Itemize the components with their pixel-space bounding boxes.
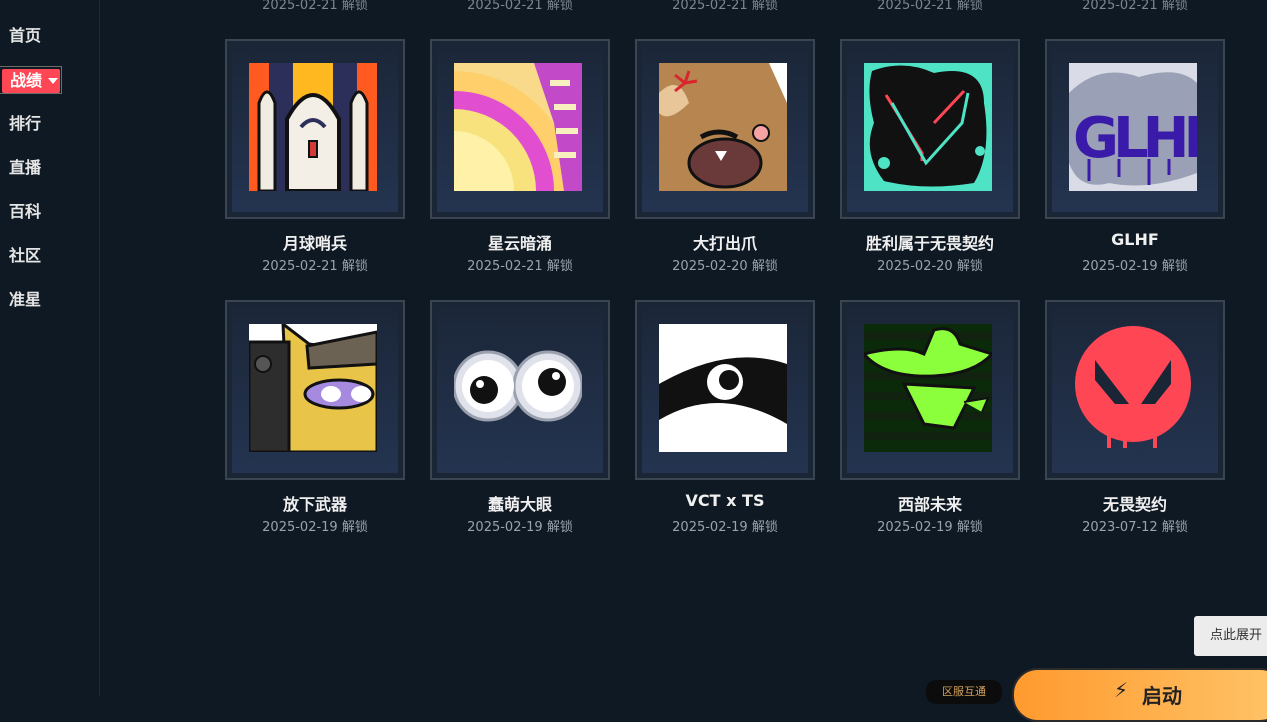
spray-date: 2025-02-21 解锁 bbox=[467, 259, 573, 274]
spray-name: 西部未来 bbox=[897, 495, 962, 514]
nav-home[interactable]: 首页 bbox=[9, 25, 41, 47]
spray-date: 2025-02-19 解锁 bbox=[467, 520, 573, 535]
launch-label: 启动 bbox=[1142, 684, 1182, 708]
spray-date: 2025-02-20 解锁 bbox=[672, 259, 778, 274]
nav-record-label: 战绩 bbox=[10, 71, 43, 90]
prev-row-date: 2025-02-21 解锁 bbox=[467, 0, 573, 13]
spray-date: 2025-02-19 解锁 bbox=[877, 520, 983, 535]
spray-date: 2023-07-12 解锁 bbox=[1082, 520, 1188, 535]
server-badge: 区服互通 bbox=[926, 680, 1002, 704]
spray-name: 放下武器 bbox=[282, 495, 347, 514]
glhf-graffiti-icon: GLHF bbox=[1069, 63, 1197, 191]
spray-name: 大打出爪 bbox=[692, 234, 757, 253]
launch-button[interactable]: ⚡ 启动 bbox=[1012, 668, 1267, 722]
spray-date: 2025-02-19 解锁 bbox=[672, 520, 778, 535]
nav-wiki[interactable]: 百科 bbox=[9, 201, 41, 223]
cowboy-hat-icon bbox=[864, 324, 992, 452]
svg-text:GLHF: GLHF bbox=[1073, 106, 1197, 171]
spray-date: 2025-02-19 解锁 bbox=[262, 520, 368, 535]
googly-eyes-icon bbox=[454, 324, 582, 452]
prev-row-date: 2025-02-21 解锁 bbox=[262, 0, 368, 13]
nebula-icon bbox=[454, 63, 582, 191]
spray-name: VCT x TS bbox=[685, 491, 765, 510]
spray-date: 2025-02-19 解锁 bbox=[1082, 259, 1188, 274]
valorant-splash-icon bbox=[864, 63, 992, 191]
prev-row-date: 2025-02-21 解锁 bbox=[877, 0, 983, 13]
nav-live[interactable]: 直播 bbox=[9, 157, 41, 179]
vct-ts-eye-icon bbox=[659, 324, 787, 452]
prev-row-date: 2025-02-21 解锁 bbox=[672, 0, 778, 13]
rocket-icon bbox=[249, 63, 377, 191]
spray-name: 胜利属于无畏契约 bbox=[865, 234, 994, 253]
nav-record-pill: 战绩 bbox=[2, 69, 60, 93]
nav-rank[interactable]: 排行 bbox=[9, 113, 41, 135]
lightning-icon: ⚡ bbox=[1114, 678, 1129, 702]
valorant-logo-icon bbox=[1069, 324, 1197, 452]
sidebar: 首页 战绩 排行 直播 百科 社区 准星 bbox=[0, 0, 100, 696]
spray-name: 星云暗涌 bbox=[487, 234, 552, 253]
spray-name: 蠢萌大眼 bbox=[487, 495, 552, 514]
nav-community[interactable]: 社区 bbox=[9, 245, 41, 267]
angry-cat-icon bbox=[659, 63, 787, 191]
pistol-cat-icon bbox=[249, 324, 377, 452]
nav-crosshair[interactable]: 准星 bbox=[9, 289, 41, 311]
spray-name: 无畏契约 bbox=[1102, 495, 1167, 514]
spray-name: GLHF bbox=[1111, 230, 1159, 249]
caret-down-icon bbox=[48, 78, 58, 84]
spray-date: 2025-02-20 解锁 bbox=[877, 259, 983, 274]
spray-name: 月球哨兵 bbox=[282, 234, 347, 253]
spray-date: 2025-02-21 解锁 bbox=[262, 259, 368, 274]
expand-tooltip[interactable]: 点此展开 bbox=[1194, 616, 1267, 656]
nav-record[interactable]: 战绩 bbox=[0, 66, 62, 94]
prev-row-date: 2025-02-21 解锁 bbox=[1082, 0, 1188, 13]
